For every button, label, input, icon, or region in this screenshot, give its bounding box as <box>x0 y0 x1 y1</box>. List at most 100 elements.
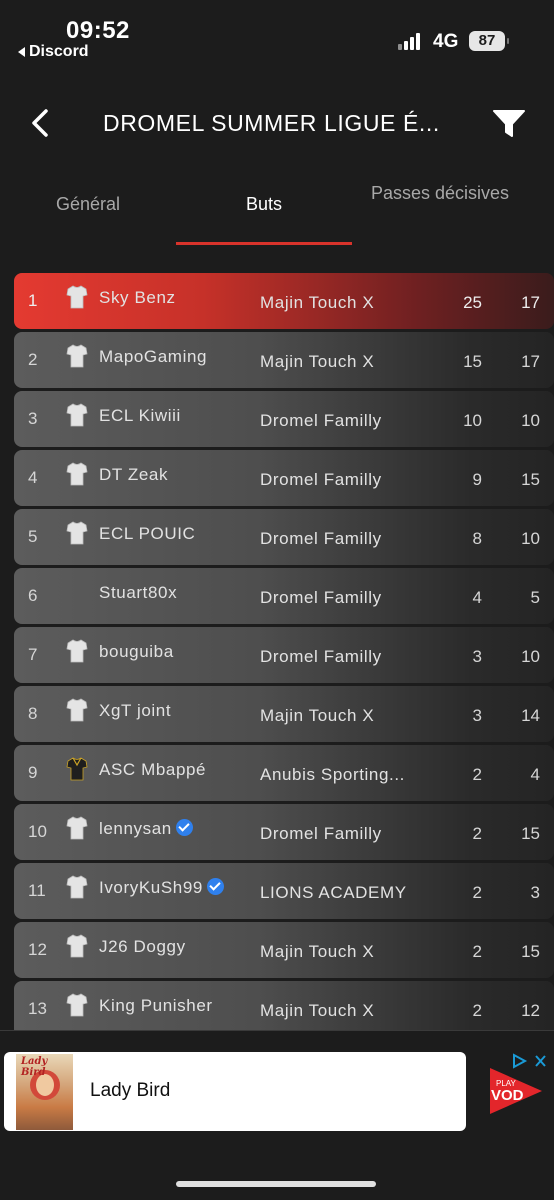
jersey-icon <box>66 403 88 427</box>
player-name-text: J26 Doggy <box>99 937 186 956</box>
back-app-label: Discord <box>29 43 89 60</box>
player-row[interactable]: 5 ECL POUIC Dromel Familly 8 10 <box>14 509 554 565</box>
jersey-icon <box>66 639 88 663</box>
back-button[interactable] <box>24 106 58 140</box>
player-name-text: King Punisher <box>99 996 213 1015</box>
player-row[interactable]: 10 lennysan Dromel Familly 2 15 <box>14 804 554 860</box>
filter-button[interactable] <box>492 108 526 140</box>
player-row[interactable]: 11 IvoryKuSh99 LIONS ACADEMY 2 3 <box>14 863 554 919</box>
jersey-icon <box>66 757 88 781</box>
tab-bar: Général Buts Passes décisives <box>0 178 554 248</box>
player-row[interactable]: 1 Sky Benz Majin Touch X 25 17 <box>14 273 554 329</box>
player-row[interactable]: 12 J26 Doggy Majin Touch X 2 15 <box>14 922 554 978</box>
player-name-text: ECL Kiwiii <box>99 406 181 425</box>
player-team: Dromel Familly <box>260 824 382 843</box>
player-name-text: Sky Benz <box>99 288 176 307</box>
player-team: Anubis Sporting... <box>260 765 405 784</box>
player-goals: 8 <box>472 529 482 548</box>
verified-icon <box>175 819 193 836</box>
play-vod-icon: PLAY VOD <box>490 1068 542 1114</box>
page-title: DROMEL SUMMER LIGUE É... <box>103 110 440 136</box>
player-assists: 15 <box>521 470 540 489</box>
player-row[interactable]: 7 bouguiba Dromel Familly 3 10 <box>14 627 554 683</box>
tab-passes-decisives[interactable]: Passes décisives <box>370 182 510 204</box>
ad-banner[interactable]: Lady Bird Lady Bird <box>4 1052 466 1131</box>
jersey-icon <box>66 875 88 899</box>
battery-icon: 87 <box>469 31 509 51</box>
back-triangle-icon <box>18 47 25 57</box>
player-name: lennysan <box>99 819 193 839</box>
player-name-text: ECL POUIC <box>99 524 196 543</box>
player-goals: 4 <box>472 588 482 607</box>
player-name-text: XgT joint <box>99 701 172 720</box>
player-rank: 2 <box>28 350 38 369</box>
jersey-icon <box>66 285 88 309</box>
player-name: MapoGaming <box>99 347 207 367</box>
player-name: IvoryKuSh99 <box>99 878 224 898</box>
player-team: Majin Touch X <box>260 293 375 312</box>
player-name: ECL POUIC <box>99 524 195 544</box>
player-rank: 3 <box>28 409 38 428</box>
player-assists: 4 <box>530 765 540 784</box>
player-assists: 10 <box>521 411 540 430</box>
player-row[interactable]: 2 MapoGaming Majin Touch X 15 17 <box>14 332 554 388</box>
player-name-text: bouguiba <box>99 642 174 661</box>
player-row[interactable]: 3 ECL Kiwiii Dromel Familly 10 10 <box>14 391 554 447</box>
battery-level: 87 <box>478 32 496 49</box>
player-assists: 10 <box>521 647 540 666</box>
player-assists: 12 <box>521 1001 540 1020</box>
scorers-list[interactable]: 1 Sky Benz Majin Touch X 25 17 2 MapoGaming Maj… <box>14 273 554 1030</box>
player-name-text: ASC Mbappé <box>99 760 207 779</box>
play-vod-logo[interactable]: PLAY VOD <box>484 1060 546 1122</box>
player-name-text: MapoGaming <box>99 347 208 366</box>
logo-text-bottom: VOD <box>491 1087 524 1104</box>
status-bar: 09:52 Discord 4G 87 <box>0 0 554 70</box>
active-tab-indicator <box>176 242 352 245</box>
player-name: bouguiba <box>99 642 174 662</box>
player-row[interactable]: 6 Stuart80x Dromel Familly 4 5 <box>14 568 554 624</box>
player-assists: 15 <box>521 824 540 843</box>
player-row[interactable]: 8 XgT joint Majin Touch X 3 14 <box>14 686 554 742</box>
player-name: ASC Mbappé <box>99 760 206 780</box>
player-team: LIONS ACADEMY <box>260 883 407 902</box>
player-rank: 9 <box>28 763 38 782</box>
player-rank: 4 <box>28 468 38 487</box>
player-assists: 17 <box>521 352 540 371</box>
player-goals: 2 <box>472 1001 482 1020</box>
player-name-text: IvoryKuSh99 <box>99 878 203 897</box>
back-to-app-link[interactable]: Discord <box>18 43 89 61</box>
player-name: J26 Doggy <box>99 937 186 957</box>
ad-divider <box>0 1030 554 1031</box>
player-team: Dromel Familly <box>260 647 382 666</box>
player-assists: 17 <box>521 293 540 312</box>
player-name-text: DT Zeak <box>99 465 169 484</box>
jersey-icon <box>66 521 88 545</box>
player-name: DT Zeak <box>99 465 168 485</box>
player-name: ECL Kiwiii <box>99 406 181 426</box>
player-row[interactable]: 9 ASC Mbappé Anubis Sporting... 2 4 <box>14 745 554 801</box>
player-goals: 2 <box>472 942 482 961</box>
player-rank: 6 <box>28 586 38 605</box>
verified-icon <box>206 878 224 895</box>
player-assists: 14 <box>521 706 540 725</box>
chevron-left-icon <box>32 109 48 137</box>
player-rank: 12 <box>28 940 47 959</box>
player-rank: 11 <box>28 881 46 900</box>
filter-icon <box>493 110 525 137</box>
player-name: Sky Benz <box>99 288 176 308</box>
player-assists: 10 <box>521 529 540 548</box>
player-assists: 15 <box>521 942 540 961</box>
jersey-icon <box>66 698 88 722</box>
player-team: Majin Touch X <box>260 352 375 371</box>
player-row[interactable]: 13 King Punisher Majin Touch X 2 12 <box>14 981 554 1030</box>
player-row[interactable]: 4 DT Zeak Dromel Familly 9 15 <box>14 450 554 506</box>
player-team: Dromel Familly <box>260 470 382 489</box>
player-rank: 13 <box>28 999 47 1018</box>
player-rank: 8 <box>28 704 38 723</box>
player-name: King Punisher <box>99 996 213 1016</box>
player-name-text: lennysan <box>99 819 172 838</box>
home-indicator[interactable] <box>176 1181 376 1187</box>
tab-general[interactable]: Général <box>20 194 156 215</box>
tab-buts[interactable]: Buts <box>176 194 352 215</box>
player-rank: 7 <box>28 645 38 664</box>
